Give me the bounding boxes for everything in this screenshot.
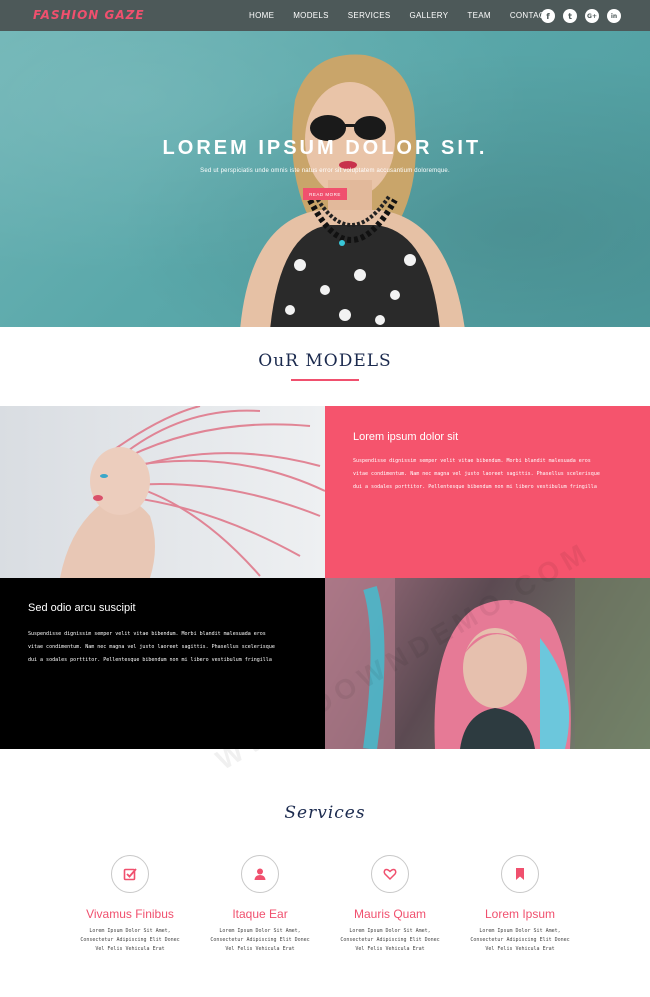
service-desc-line: Lorem Ipsum Dolor Sit Amet, <box>89 928 171 934</box>
hero-model-illustration <box>240 54 465 327</box>
service-description: Lorem Ipsum Dolor Sit Amet, Consectetur … <box>65 927 195 954</box>
service-item: Mauris Quam Lorem Ipsum Dolor Sit Amet, … <box>325 855 455 954</box>
service-icon-circle[interactable] <box>501 855 539 893</box>
model-card-2-title: Sed odio arcu suscipit <box>28 602 136 614</box>
nav-item-models[interactable]: MODELS <box>293 11 329 20</box>
read-more-button[interactable]: READ MORE <box>303 188 347 200</box>
check-square-icon <box>123 868 137 881</box>
service-desc-line: Vel Felis Vehicula Erat <box>95 946 165 952</box>
service-name: Mauris Quam <box>353 907 427 921</box>
hero-subtitle: Sed ut perspiciatis unde omnis iste natu… <box>200 168 450 174</box>
service-desc-line: Lorem Ipsum Dolor Sit Amet, <box>479 928 561 934</box>
heart-icon <box>383 868 397 881</box>
hero-banner <box>0 0 650 327</box>
service-name: Lorem Ipsum <box>484 907 556 921</box>
service-desc-line: Consectetur Adipiscing Elit Donec <box>340 937 440 943</box>
service-icon-circle[interactable] <box>241 855 279 893</box>
model-card-2-line: Suspendisse dignissim semper velit vitae… <box>28 631 266 637</box>
model-card-2-line: dui a sodales porttitor. Pellentesque bi… <box>28 657 272 663</box>
service-desc-line: Lorem Ipsum Dolor Sit Amet, <box>349 928 431 934</box>
service-description: Lorem Ipsum Dolor Sit Amet, Consectetur … <box>195 927 325 954</box>
service-item: Vivamus Finibus Lorem Ipsum Dolor Sit Am… <box>65 855 195 954</box>
twitter-icon[interactable]: t <box>563 9 577 23</box>
service-desc-line: Vel Felis Vehicula Erat <box>355 946 425 952</box>
top-navbar: FASHION GAZE HOME MODELS SERVICES GALLER… <box>0 0 650 31</box>
service-desc-line: Lorem Ipsum Dolor Sit Amet, <box>219 928 301 934</box>
service-description: Lorem Ipsum Dolor Sit Amet, Consectetur … <box>325 927 455 954</box>
model-card-1-line: dui a sodales porttitor. Pellentesque bi… <box>353 484 597 490</box>
nav-item-gallery[interactable]: GALLERY <box>410 11 449 20</box>
site-logo[interactable]: FASHION GAZE <box>33 8 145 22</box>
service-desc-line: Consectetur Adipiscing Elit Donec <box>80 937 180 943</box>
models-section-title: OuR MODELS <box>258 351 392 371</box>
service-desc-line: Consectetur Adipiscing Elit Donec <box>210 937 310 943</box>
service-name: Itaque Ear <box>232 907 288 921</box>
google-plus-icon[interactable]: G+ <box>585 9 599 23</box>
social-links: f t G+ in <box>541 9 621 23</box>
service-desc-line: Consectetur Adipiscing Elit Donec <box>470 937 570 943</box>
model-card-2-text: Suspendisse dignissim semper velit vitae… <box>28 628 318 667</box>
model-card-2-line: vitae condimentum. Nam nec magna vel jus… <box>28 644 275 650</box>
user-icon <box>254 868 266 880</box>
services-section-title: Services <box>284 803 366 823</box>
models-title-underline <box>291 379 359 381</box>
hero-title: LOREM IPSUM DOLOR SIT. <box>162 137 488 159</box>
bookmark-icon <box>516 868 524 880</box>
service-item: Lorem Ipsum Lorem Ipsum Dolor Sit Amet, … <box>455 855 585 954</box>
nav-item-services[interactable]: SERVICES <box>348 11 391 20</box>
nav-item-team[interactable]: TEAM <box>467 11 490 20</box>
main-menu: HOME MODELS SERVICES GALLERY TEAM CONTAC… <box>249 11 550 20</box>
facebook-icon[interactable]: f <box>541 9 555 23</box>
linkedin-icon[interactable]: in <box>607 9 621 23</box>
nav-item-home[interactable]: HOME <box>249 11 274 20</box>
service-description: Lorem Ipsum Dolor Sit Amet, Consectetur … <box>455 927 585 954</box>
model-photo-blue-pink-hair <box>325 578 650 749</box>
service-name: Vivamus Finibus <box>86 907 174 921</box>
model-card-1-line: Suspendisse dignissim semper velit vitae… <box>353 458 591 464</box>
model-info-card-1: Lorem ipsum dolor sit Suspendisse dignis… <box>325 406 650 578</box>
service-icon-circle[interactable] <box>371 855 409 893</box>
model-photo-pink-hair <box>0 406 325 578</box>
model-card-1-line: vitae condimentum. Nam nec magna vel jus… <box>353 471 600 477</box>
model-card-1-text: Suspendisse dignissim semper velit vitae… <box>353 455 643 494</box>
model-info-card-2: Sed odio arcu suscipit Suspendisse digni… <box>0 578 325 749</box>
model-photo-2-illustration <box>325 578 650 749</box>
service-item: Itaque Ear Lorem Ipsum Dolor Sit Amet, C… <box>195 855 325 954</box>
service-icon-circle[interactable] <box>111 855 149 893</box>
service-desc-line: Vel Felis Vehicula Erat <box>485 946 555 952</box>
model-photo-1-illustration <box>60 406 325 578</box>
model-card-1-title: Lorem ipsum dolor sit <box>353 431 459 443</box>
service-desc-line: Vel Felis Vehicula Erat <box>225 946 295 952</box>
